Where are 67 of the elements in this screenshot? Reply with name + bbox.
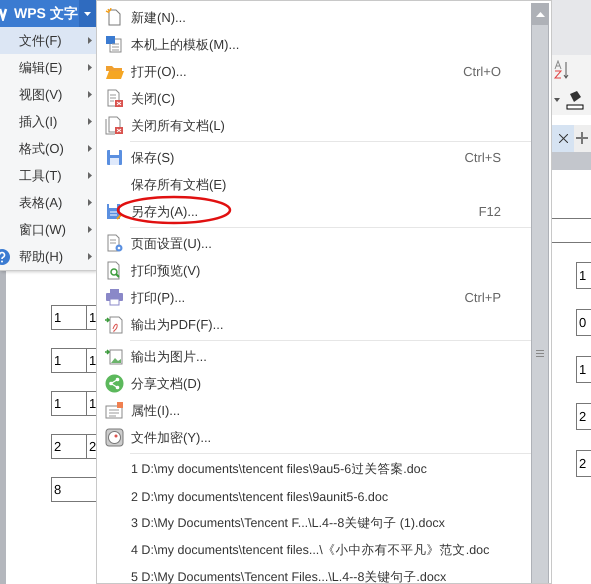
submenu-arrow-icon bbox=[88, 226, 92, 233]
menu-item[interactable]: 保存(S) Ctrl+S bbox=[97, 144, 531, 171]
close-icon[interactable] bbox=[558, 134, 568, 143]
caret-icon[interactable] bbox=[554, 98, 560, 102]
recent-file-item[interactable]: 4 D:\my documents\tencent files...\《小中亦有不平凡》范文.doc bbox=[97, 537, 531, 564]
menu-item[interactable]: 新建(N)... bbox=[97, 4, 531, 31]
table-cell: 2 bbox=[576, 403, 591, 430]
table-cell: 2 bbox=[51, 434, 87, 459]
menu-item[interactable]: 本机上的模板(M)... bbox=[97, 31, 531, 58]
table-cell: 1 bbox=[51, 391, 87, 416]
save-as-icon bbox=[105, 202, 124, 221]
recent-file-item[interactable]: 3 D:\My Documents\Tencent F...\L.4--8关键句子 (1).docx bbox=[97, 510, 531, 537]
submenu-arrow-icon bbox=[88, 172, 92, 179]
close-document-icon bbox=[105, 89, 124, 108]
scrollbar[interactable] bbox=[531, 3, 549, 583]
submenu-arrow-icon bbox=[88, 118, 92, 125]
app-title: WPS 文字 bbox=[14, 4, 78, 22]
caret-icon bbox=[536, 12, 544, 16]
table-cell: 1 bbox=[51, 348, 87, 373]
submenu-arrow-icon bbox=[88, 91, 92, 98]
menu-item[interactable]: 文件(F) bbox=[0, 27, 96, 54]
table-cell: 1 bbox=[51, 305, 87, 330]
image-export-icon bbox=[105, 347, 124, 366]
template-icon bbox=[105, 35, 124, 54]
printer-icon bbox=[105, 288, 124, 307]
page-setup-icon bbox=[105, 234, 124, 253]
sort-icon[interactable] bbox=[554, 60, 570, 80]
menu-item[interactable]: 视图(V) bbox=[0, 81, 96, 108]
submenu-arrow-icon bbox=[88, 145, 92, 152]
table-cell: 2 bbox=[576, 450, 591, 477]
disc-icon bbox=[105, 428, 124, 447]
save-icon bbox=[105, 148, 124, 167]
menu-item[interactable]: 关闭(C) bbox=[97, 85, 531, 112]
close-all-icon bbox=[105, 116, 124, 135]
paint-bucket-icon[interactable] bbox=[566, 90, 584, 110]
dropdown-button[interactable] bbox=[79, 0, 96, 27]
share-icon bbox=[105, 374, 124, 393]
submenu-arrow-icon bbox=[88, 37, 92, 44]
recent-file-item[interactable]: 1 D:\my documents\tencent files\9au5-6过关答案.doc bbox=[97, 456, 531, 483]
menu-item[interactable]: 打印预览(V) bbox=[97, 257, 531, 284]
menu-item[interactable]: 表格(A) bbox=[0, 189, 96, 216]
menu-item[interactable]: 窗口(W) bbox=[0, 216, 96, 243]
menu-item[interactable]: 工具(T) bbox=[0, 162, 96, 189]
submenu-arrow-icon bbox=[88, 253, 92, 260]
properties-icon bbox=[105, 401, 124, 420]
table-cell: 1 bbox=[576, 262, 591, 289]
plus-icon[interactable] bbox=[576, 132, 588, 144]
submenu-arrow-icon bbox=[88, 199, 92, 206]
menu-item[interactable]: 保存所有文档(E) bbox=[97, 171, 531, 198]
menu-item[interactable]: 打开(O)... Ctrl+O bbox=[97, 58, 531, 85]
menu-item[interactable]: 编辑(E) bbox=[0, 54, 96, 81]
submenu-arrow-icon bbox=[88, 64, 92, 71]
menu-item[interactable]: 帮助(H) bbox=[0, 243, 96, 270]
pdf-export-icon bbox=[105, 315, 124, 334]
recent-file-item[interactable]: 5 D:\My Documents\Tencent Files...\L.4--8关键句子.docx bbox=[97, 564, 531, 584]
menu-item[interactable]: 关闭所有文档(L) bbox=[97, 112, 531, 139]
caret-icon bbox=[84, 12, 91, 16]
close-tab-button[interactable] bbox=[552, 125, 574, 152]
menu-item[interactable]: 另存为(A)... F12 bbox=[97, 198, 531, 225]
logo-icon bbox=[0, 6, 10, 20]
table-cell: 1 bbox=[576, 356, 591, 383]
menu-item[interactable]: 插入(I) bbox=[0, 108, 96, 135]
menu-item[interactable]: 格式(O) bbox=[0, 135, 96, 162]
menu-item[interactable]: 页面设置(U)... bbox=[97, 230, 531, 257]
recent-file-item[interactable]: 2 D:\my documents\tencent files\9aunit5-6.doc bbox=[97, 483, 531, 510]
grip-icon[interactable] bbox=[536, 350, 544, 357]
table-cell: 0 bbox=[576, 309, 591, 336]
